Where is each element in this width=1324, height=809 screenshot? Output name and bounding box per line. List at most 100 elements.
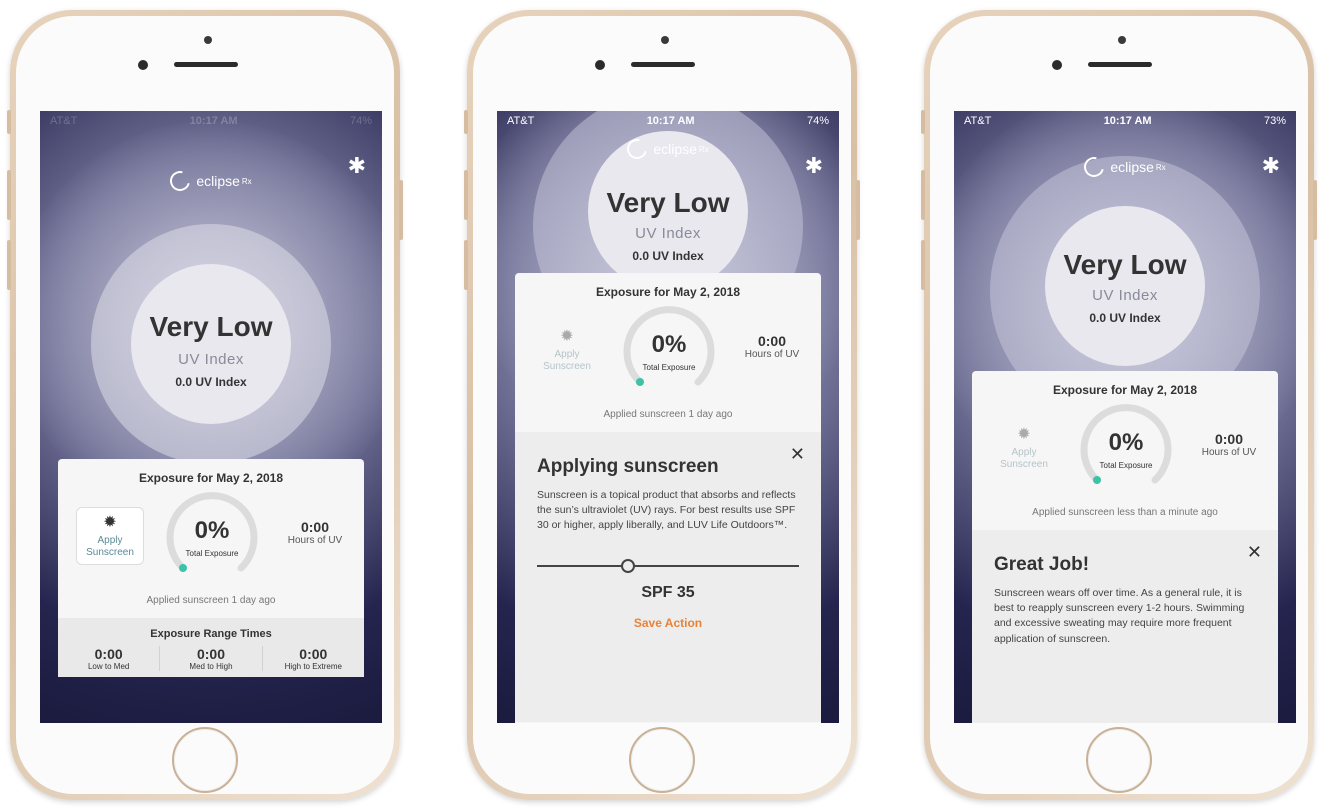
uv-value: 0.0 UV Index [632,249,704,263]
mute-switch [921,110,925,134]
gauge-progress-dot [1093,476,1101,484]
brand-name: eclipse [196,173,240,189]
eclipse-ring-icon [166,167,194,195]
panel-text: Sunscreen wears off over time. As a gene… [994,587,1245,645]
range-label: High to Extreme [284,662,342,671]
status-bar: AT&T 10:17 AM 73% [954,111,1296,131]
carrier-label: AT&T [50,115,78,127]
brand-mark: Rx [241,176,252,186]
exposure-date-title: Exposure for May 2, 2018 [1052,383,1198,397]
exposure-card: Exposure for May 2, 2018 ✹ Apply Sunscre… [515,273,821,723]
range-high-to-extreme: 0:00 High to Extreme [263,646,364,671]
apply-sunscreen-button[interactable]: ✹ Apply Sunscreen [533,321,601,379]
range-value: 0:00 [299,646,328,662]
hours-value: 0:00 [757,333,787,349]
home-button[interactable] [1086,727,1152,793]
phone-2: AT&T 10:17 AM 74% eclipse Rx ✱ Very Low U… [464,10,860,800]
hours-value: 0:00 [1214,431,1244,447]
hours-label: Hours of UV [1201,447,1257,458]
hours-of-uv: 0:00 Hours of UV [737,333,807,360]
exposure-card: Exposure for May 2, 2018 ✹ Apply Sunscre… [972,371,1278,723]
brand-logo: eclipse Rx [497,135,839,163]
range-value: 0:00 [94,646,123,662]
apply-sunscreen-label: Apply Sunscreen [1000,447,1048,471]
volume-up-button [921,170,925,220]
close-icon[interactable]: ✕ [790,444,805,465]
phone-face: AT&T 10:17 AM 74% eclipse Rx ✱ Very Low U… [16,16,394,794]
gauge-progress-dot [179,564,187,572]
bluetooth-icon[interactable]: ✱ [348,153,366,179]
total-exposure-percent: 0% [194,517,230,544]
eclipse-ring-icon [1080,153,1108,181]
status-time: 10:17 AM [189,115,238,127]
range-row: 0:00 Low to Med 0:00 Med to High 0:00 Hi… [58,646,364,671]
status-time: 10:17 AM [646,115,695,127]
app-screen: AT&T 10:17 AM 74% eclipse Rx ✱ Very Low U… [40,111,382,723]
panel-title: Great Job! [994,554,1090,575]
uv-level: Very Low [149,311,273,342]
slider-thumb[interactable] [621,558,635,573]
sun-icon: ✹ [1017,425,1031,443]
front-sensor [1118,36,1126,44]
phone-3: AT&T 10:17 AM 73% eclipse Rx ✱ Very Low U… [921,10,1317,800]
home-button[interactable] [172,727,238,793]
uv-label: UV Index [178,351,244,368]
brand-mark: Rx [1155,162,1166,172]
status-time: 10:17 AM [1103,115,1152,127]
apply-sunscreen-label: Apply Sunscreen [86,535,134,559]
spf-slider[interactable] [537,556,799,576]
bluetooth-icon[interactable]: ✱ [1262,153,1280,179]
earpiece-speaker [1088,62,1152,67]
sun-icon: ✹ [103,513,117,531]
total-exposure-label: Total Exposure [1099,461,1153,470]
phone-1: AT&T 10:17 AM 74% eclipse Rx ✱ Very Low U… [7,10,403,800]
sun-icon: ✹ [560,327,574,345]
panel-text: Sunscreen is a topical product that abso… [537,489,796,532]
brand-logo: eclipse Rx [954,153,1296,181]
uv-value: 0.0 UV Index [1089,311,1161,325]
battery-label: 73% [1263,115,1286,127]
exposure-metrics: ✹ Apply Sunscreen 0% Total Exposure 0:00 [972,397,1278,507]
front-camera [138,60,148,70]
panel-title: Applying sunscreen [537,456,719,477]
bluetooth-icon[interactable]: ✱ [805,153,823,179]
earpiece-speaker [631,62,695,67]
app-screen: AT&T 10:17 AM 74% eclipse Rx ✱ Very Low U… [497,111,839,723]
brand-mark: Rx [698,144,709,154]
hours-value: 0:00 [300,519,330,535]
gauge-progress-dot [636,378,644,386]
uv-label: UV Index [635,225,701,242]
hours-of-uv: 0:00 Hours of UV [1194,431,1264,458]
hours-of-uv: 0:00 Hours of UV [280,519,350,546]
close-icon[interactable]: ✕ [1247,542,1262,563]
save-action-button[interactable]: Save Action [537,616,799,630]
uv-level: Very Low [1063,249,1187,280]
range-med-to-high: 0:00 Med to High [160,646,263,671]
apply-sunscreen-button[interactable]: ✹ Apply Sunscreen [76,507,144,565]
uv-label: UV Index [1092,287,1158,304]
volume-down-button [464,240,468,290]
home-button[interactable] [629,727,695,793]
brand-name: eclipse [1110,159,1154,175]
applied-sunscreen-note: Applied sunscreen 1 day ago [146,595,276,606]
total-exposure-gauge: 0% Total Exposure [162,489,262,589]
uv-halo-inner [131,264,291,424]
range-title: Exposure Range Times [150,628,272,640]
total-exposure-gauge: 0% Total Exposure [619,303,719,403]
phone-face: AT&T 10:17 AM 74% eclipse Rx ✱ Very Low U… [473,16,851,794]
mute-switch [464,110,468,134]
front-camera [595,60,605,70]
range-label: Med to High [189,662,233,671]
battery-label: 74% [806,115,829,127]
volume-up-button [7,170,11,220]
range-low-to-med: 0:00 Low to Med [58,646,161,671]
apply-sunscreen-label: Apply Sunscreen [543,349,591,373]
carrier-label: AT&T [507,115,535,127]
front-sensor [661,36,669,44]
total-exposure-percent: 0% [651,331,687,358]
uv-value: 0.0 UV Index [175,375,247,389]
exposure-metrics: ✹ Apply Sunscreen 0% Total Exposure 0:00 [58,485,364,595]
power-button [856,180,860,240]
phone-face: AT&T 10:17 AM 73% eclipse Rx ✱ Very Low U… [930,16,1308,794]
apply-sunscreen-button[interactable]: ✹ Apply Sunscreen [990,419,1058,477]
